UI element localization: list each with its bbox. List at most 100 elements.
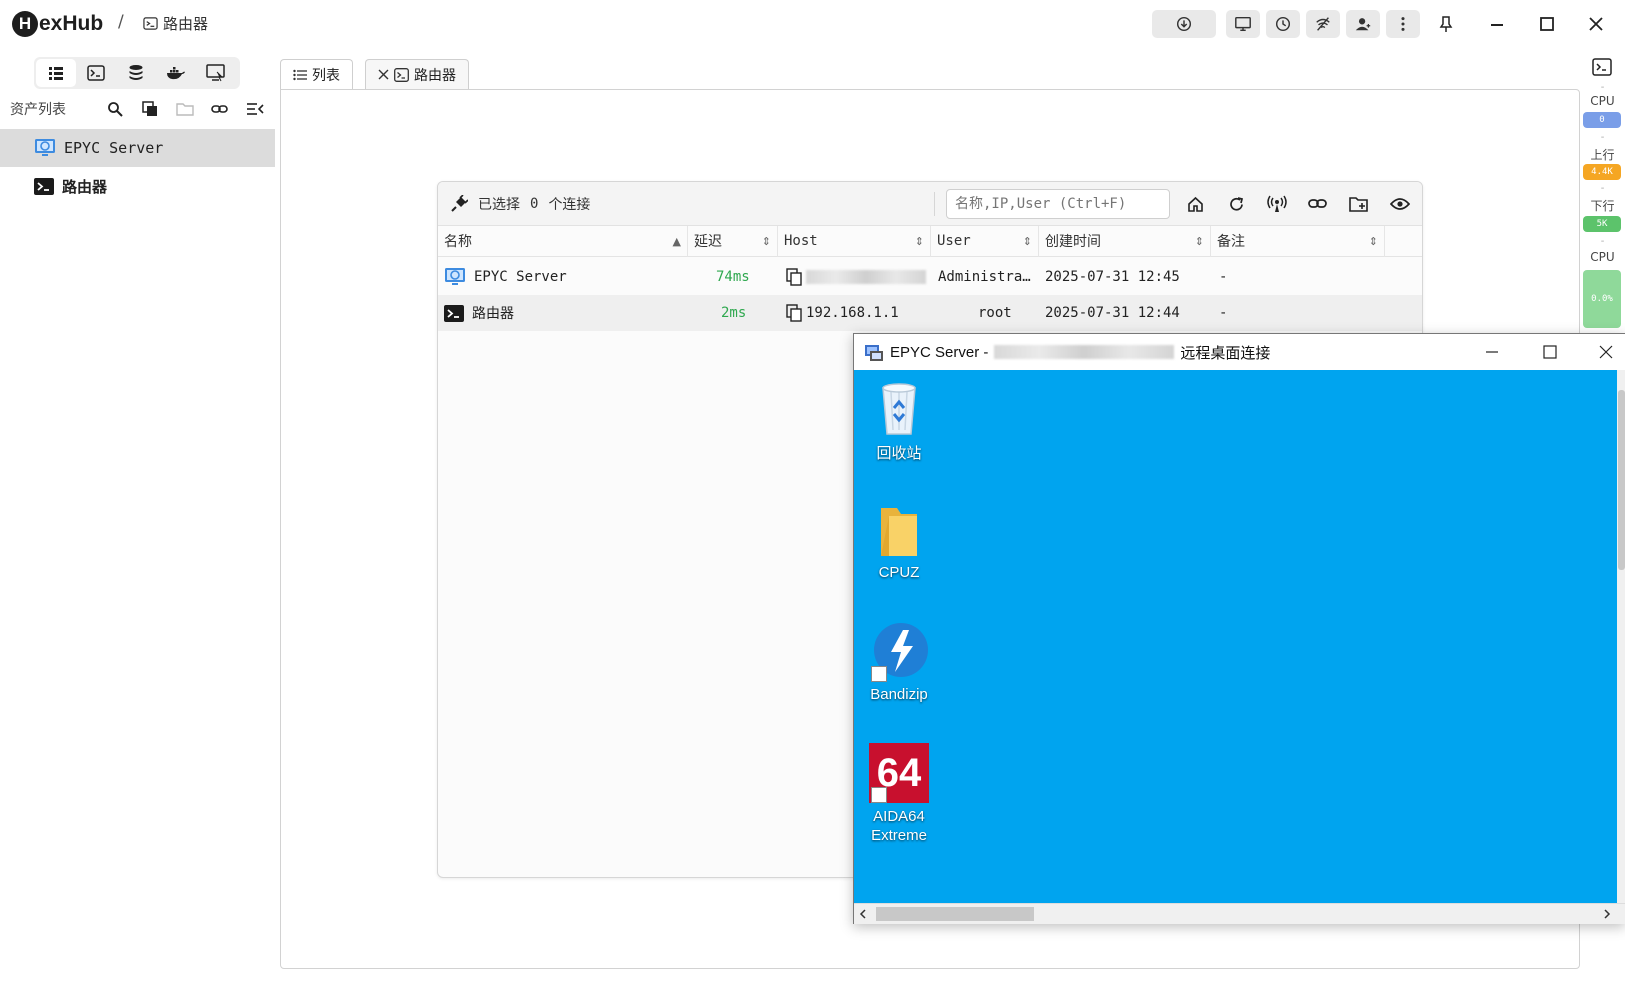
toolbar-divider [934,192,935,216]
row-user: Administra… [938,269,1031,285]
collapse-icon [247,103,264,115]
rdp-title-bar[interactable]: EPYC Server - 远程桌面连接 [854,334,1625,370]
sidebar-item-label: EPYC Server [64,139,164,157]
sort-icon: ⇕ [1368,234,1378,248]
tab-list[interactable]: 列表 [280,59,353,89]
history-button[interactable] [1266,10,1300,38]
search-button[interactable] [104,98,126,120]
collapse-button[interactable] [244,98,266,120]
upload-label: 上行 [1590,148,1615,162]
vertical-scrollbar[interactable] [1617,370,1625,903]
close-button[interactable] [1584,12,1608,36]
tab-assets[interactable] [36,59,76,87]
asset-list-title: 资产列表 [10,102,66,118]
link-button[interactable] [1305,192,1331,216]
remote-desktop-window: EPYC Server - 远程桌面连接 回收站 CPUZ Bandizip 6… [853,333,1625,924]
scroll-thumb[interactable] [876,907,1034,921]
sort-icon: ⇕ [1022,234,1032,248]
disconnect-button[interactable] [1306,10,1340,38]
more-button[interactable] [1386,10,1420,38]
remote-desktop[interactable]: 回收站 CPUZ Bandizip 64 AIDA64 Extreme [854,370,1617,903]
scroll-thumb[interactable] [1618,390,1625,570]
shortcut-arrow-icon [871,666,887,682]
pin-button[interactable] [1434,12,1458,36]
tab-remote[interactable] [196,59,236,87]
column-name[interactable]: 名称 ▲ [438,225,688,257]
rdp-app-icon [865,345,883,361]
desktop-icon-label: CPUZ [878,564,920,581]
cpu2-label: CPU [1590,250,1615,264]
table-header: 名称 ▲ 延迟 ⇕ Host ⇕ User ⇕ 创建时间 ⇕ 备注 ⇕ [438,225,1422,257]
scroll-left-icon[interactable] [858,909,868,919]
selection-text: 已选择 [478,196,520,213]
column-host[interactable]: Host ⇕ [778,225,931,257]
breadcrumb-label: 路由器 [163,15,209,33]
new-folder-button[interactable] [174,98,196,120]
rdp-close-button[interactable] [1586,338,1625,366]
terminal-toggle-button[interactable] [1592,58,1612,80]
tab-router[interactable]: 路由器 [365,59,469,89]
scroll-right-icon[interactable] [1602,909,1612,919]
title-bar: H exHub / 路由器 [0,0,1625,48]
close-tab-icon[interactable] [378,69,389,80]
plug-icon [451,194,468,212]
selection-unit: 个连接 [548,196,591,213]
row-latency: 74ms [716,269,750,285]
sync-button[interactable] [1152,10,1216,38]
link-button[interactable] [209,98,231,120]
app-logo: H exHub [12,8,103,40]
search-icon [108,102,123,117]
row-note: - [1219,269,1228,285]
minimize-icon [1486,351,1498,353]
column-latency[interactable]: 延迟 ⇕ [688,225,778,257]
tab-docker[interactable] [156,59,196,87]
eye-icon [1390,198,1410,210]
table-row[interactable]: 路由器 2ms 192.168.1.1 root 2025-07-31 12:4… [438,295,1422,331]
sidebar-item-router[interactable]: 路由器 [0,167,275,205]
tab-database[interactable] [116,59,156,87]
rdp-maximize-button[interactable] [1530,338,1570,366]
logo-mark: H [12,11,38,37]
maximize-button[interactable] [1535,12,1559,36]
folder-add-icon [176,103,194,116]
table-row[interactable]: EPYC Server 74ms Administra… 2025-07-31 … [438,259,1422,295]
rail-divider: - [1600,236,1605,247]
refresh-button[interactable] [1223,192,1249,216]
desktop-icon-recycle-bin[interactable]: 回收站 [854,378,944,463]
list-icon [49,67,63,80]
remote-screen-icon [206,64,225,82]
home-button[interactable] [1182,192,1208,216]
desktop-icon-cpuz[interactable]: CPUZ [854,500,944,581]
desktop-icon-aida64[interactable]: 64 AIDA64 Extreme [854,743,944,845]
selection-count: 0 [530,195,539,212]
no-signal-icon [1316,17,1330,31]
folder-add-icon [1349,196,1368,212]
docker-icon [167,67,185,80]
selection-info: 已选择 0 个连接 [450,194,590,214]
link-icon [211,105,228,113]
monitor-button[interactable] [1226,10,1260,38]
tab-terminal[interactable] [76,59,116,87]
terminal-icon [143,17,158,30]
search-input[interactable] [946,189,1170,219]
broadcast-button[interactable] [1264,192,1290,216]
add-folder-button[interactable] [1346,192,1372,216]
desktop-icon-bandizip[interactable]: Bandizip [854,622,944,703]
copy-icon[interactable] [786,304,802,322]
column-created[interactable]: 创建时间 ⇕ [1039,225,1211,257]
breadcrumb[interactable]: 路由器 [143,13,208,34]
column-user[interactable]: User ⇕ [931,225,1039,257]
minimize-button[interactable] [1485,12,1509,36]
copy-icon[interactable] [786,268,802,286]
sidebar-item-epyc-server[interactable]: EPYC Server [0,129,275,167]
row-created: 2025-07-31 12:45 [1045,269,1180,285]
horizontal-scrollbar[interactable] [854,903,1625,924]
visibility-button[interactable] [1387,192,1413,216]
rdp-minimize-button[interactable] [1472,338,1512,366]
row-created: 2025-07-31 12:44 [1045,305,1180,321]
column-note[interactable]: 备注 ⇕ [1211,225,1385,257]
account-button[interactable] [1346,10,1380,38]
rdp-title-suffix: 远程桌面连接 [1180,344,1271,362]
desktop-icon-label: 回收站 [876,445,922,462]
copy-button[interactable] [139,98,161,120]
